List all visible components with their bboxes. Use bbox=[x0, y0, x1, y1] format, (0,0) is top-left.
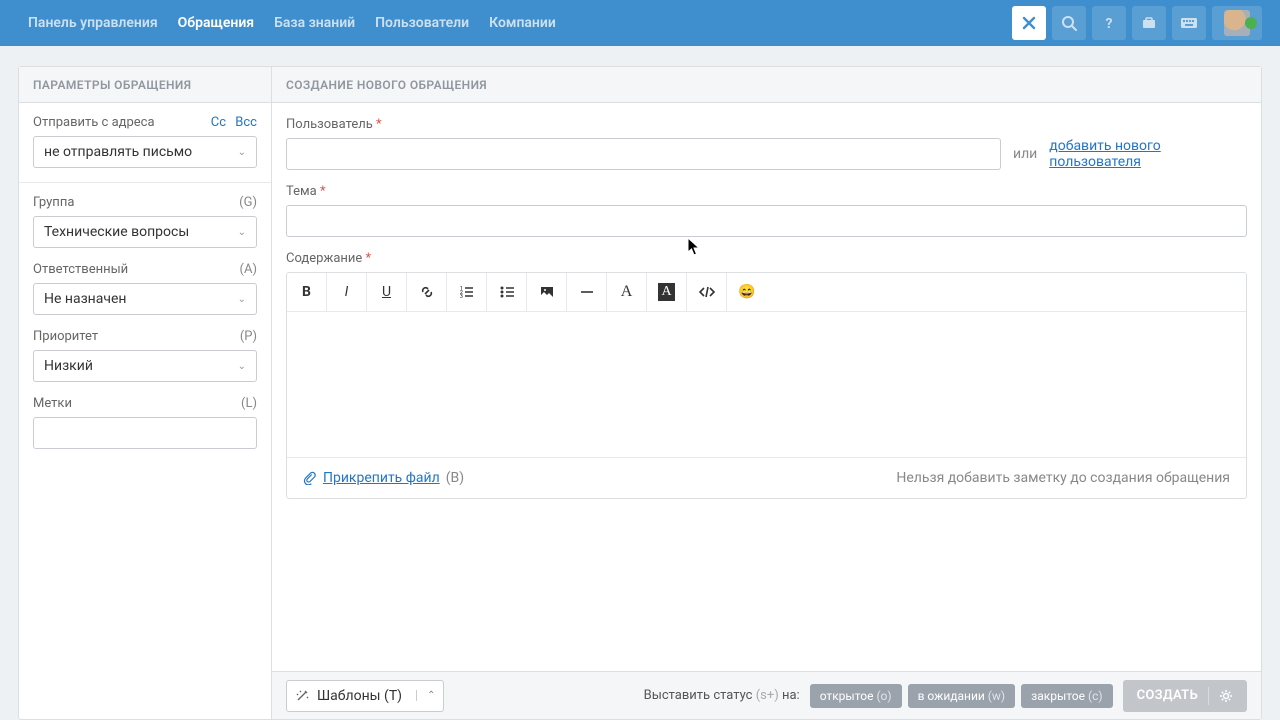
help-icon[interactable]: ? bbox=[1092, 6, 1126, 40]
editor-body[interactable] bbox=[287, 312, 1246, 457]
unordered-list-button[interactable] bbox=[487, 273, 527, 311]
group-label: Группа bbox=[33, 195, 74, 210]
bottom-bar: Шаблоны (T) ⌃ Выставить статус (s+) на: … bbox=[272, 671, 1261, 719]
editor-toolbar: B I U 123 A A 😄 bbox=[287, 273, 1246, 312]
close-icon[interactable] bbox=[1012, 6, 1046, 40]
priority-label: Приоритет bbox=[33, 329, 98, 344]
keyboard-icon[interactable] bbox=[1172, 6, 1206, 40]
emoji-button[interactable]: 😄 bbox=[727, 273, 767, 311]
nav-item-3[interactable]: Пользователи bbox=[365, 0, 479, 46]
nav-item-1[interactable]: Обращения bbox=[168, 0, 264, 46]
nav-item-0[interactable]: Панель управления bbox=[18, 0, 168, 46]
create-button[interactable]: СОЗДАТЬ bbox=[1123, 680, 1247, 712]
ordered-list-button[interactable]: 123 bbox=[447, 273, 487, 311]
bold-button[interactable]: B bbox=[287, 273, 327, 311]
user-input[interactable] bbox=[286, 138, 1001, 170]
gear-icon bbox=[1219, 689, 1233, 703]
nav-item-2[interactable]: База знаний bbox=[264, 0, 365, 46]
cc-link[interactable]: Cc bbox=[211, 115, 226, 130]
note-disabled-text: Нельзя добавить заметку до создания обра… bbox=[896, 470, 1230, 486]
tags-input[interactable] bbox=[33, 417, 257, 449]
image-button[interactable] bbox=[527, 273, 567, 311]
italic-button[interactable]: I bbox=[327, 273, 367, 311]
status-chip-1[interactable]: в ожидании (w) bbox=[908, 684, 1016, 708]
search-icon[interactable] bbox=[1052, 6, 1086, 40]
underline-button[interactable]: U bbox=[367, 273, 407, 311]
main-header: СОЗДАНИЕ НОВОГО ОБРАЩЕНИЯ bbox=[272, 67, 1261, 103]
nav-item-4[interactable]: Компании bbox=[479, 0, 566, 46]
status-prefix: Выставить статус (s+) на: bbox=[644, 688, 800, 703]
bg-color-button[interactable]: A bbox=[647, 273, 687, 311]
briefcase-icon[interactable] bbox=[1132, 6, 1166, 40]
svg-text:?: ? bbox=[1106, 16, 1113, 31]
chevron-down-icon: ⌄ bbox=[238, 227, 246, 238]
chevron-up-icon: ⌃ bbox=[416, 690, 435, 701]
status-online-dot bbox=[1245, 17, 1257, 29]
tags-label: Метки bbox=[33, 396, 72, 411]
paperclip-icon bbox=[303, 471, 317, 485]
agent-select[interactable]: Не назначен ⌄ bbox=[33, 283, 257, 315]
subject-label: Тема bbox=[286, 184, 317, 199]
bcc-link[interactable]: Bcc bbox=[235, 115, 257, 130]
status-chip-2[interactable]: закрытое (c) bbox=[1021, 684, 1112, 708]
chevron-down-icon: ⌄ bbox=[238, 361, 246, 372]
send-from-select[interactable]: не отправлять письмо ⌄ bbox=[33, 136, 257, 168]
hr-button[interactable] bbox=[567, 273, 607, 311]
top-nav: Панель управленияОбращенияБаза знанийПол… bbox=[0, 0, 1280, 46]
subject-input[interactable] bbox=[286, 205, 1247, 237]
status-chip-0[interactable]: открытое (o) bbox=[810, 684, 902, 708]
group-select[interactable]: Технические вопросы ⌄ bbox=[33, 216, 257, 248]
main-panel: СОЗДАНИЕ НОВОГО ОБРАЩЕНИЯ Пользователь *… bbox=[272, 66, 1262, 720]
add-user-link[interactable]: добавить нового пользователя bbox=[1049, 138, 1247, 170]
chevron-down-icon: ⌄ bbox=[238, 294, 246, 305]
templates-button[interactable]: Шаблоны (T) ⌃ bbox=[286, 680, 444, 712]
user-avatar[interactable] bbox=[1212, 6, 1262, 40]
content-editor: B I U 123 A A 😄 bbox=[286, 272, 1247, 499]
link-button[interactable] bbox=[407, 273, 447, 311]
svg-text:3: 3 bbox=[460, 294, 463, 300]
content-label: Содержание bbox=[286, 251, 362, 266]
params-sidebar: ПАРАМЕТРЫ ОБРАЩЕНИЯ Отправить с адреса C… bbox=[18, 66, 272, 720]
send-from-label: Отправить с адреса bbox=[33, 115, 155, 130]
chevron-down-icon: ⌄ bbox=[238, 147, 246, 158]
font-color-button[interactable]: A bbox=[607, 273, 647, 311]
priority-select[interactable]: Низкий ⌄ bbox=[33, 350, 257, 382]
or-text: или bbox=[1013, 146, 1037, 162]
agent-label: Ответственный bbox=[33, 262, 128, 277]
sidebar-header: ПАРАМЕТРЫ ОБРАЩЕНИЯ bbox=[19, 67, 271, 103]
code-button[interactable] bbox=[687, 273, 727, 311]
wand-icon bbox=[295, 689, 309, 703]
attach-file-link[interactable]: Прикрепить файл (В) bbox=[303, 470, 464, 486]
user-label: Пользователь bbox=[286, 117, 373, 132]
